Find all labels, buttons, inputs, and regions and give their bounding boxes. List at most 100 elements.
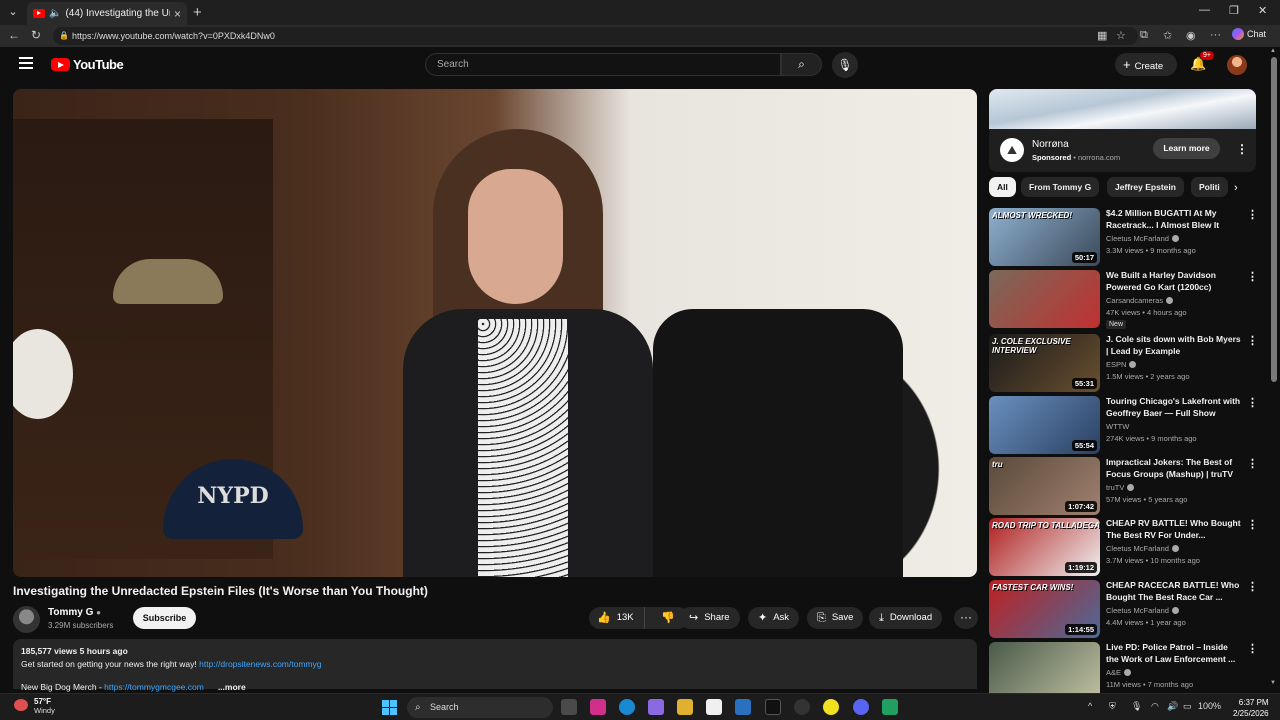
- recommendation-item[interactable]: ALMOST WRECKED! 50:17 $4.2 Million BUGATTI…: [989, 208, 1261, 266]
- recommendation-menu-icon[interactable]: ⋮: [1247, 518, 1258, 531]
- battery-icon[interactable]: ▭: [1183, 701, 1192, 712]
- recommendation-menu-icon[interactable]: ⋮: [1247, 208, 1258, 221]
- video-player[interactable]: NYPD: [13, 89, 977, 577]
- description-box[interactable]: 185,577 views 5 hours ago Get started on…: [13, 639, 977, 692]
- recommendation-item[interactable]: We Built a Harley Davidson Powered Go Ka…: [989, 270, 1261, 329]
- maximize-icon[interactable]: ❐: [1229, 4, 1239, 17]
- more-actions-icon[interactable]: ···: [954, 607, 978, 629]
- taskbar-search[interactable]: ⌕ Search: [407, 697, 553, 718]
- create-button[interactable]: + Create: [1115, 53, 1177, 76]
- close-tab-icon[interactable]: ×: [174, 7, 181, 21]
- video-thumbnail[interactable]: tru 1:07:42: [989, 457, 1100, 515]
- microphone-tray-icon[interactable]: 🎙: [1131, 701, 1142, 712]
- recommendation-menu-icon[interactable]: ⋮: [1247, 396, 1258, 409]
- green-app-icon[interactable]: [882, 699, 898, 715]
- recommendation-title[interactable]: CHEAP RV BATTLE! Who Bought The Best RV …: [1106, 518, 1241, 541]
- chip-jeffrey-epstein[interactable]: Jeffrey Epstein: [1107, 177, 1184, 197]
- copilot-app-icon[interactable]: [648, 699, 664, 715]
- recommendation-channel[interactable]: truTV: [1106, 483, 1135, 492]
- tiktok-icon[interactable]: [765, 699, 781, 715]
- recommendation-item[interactable]: 55:54 Touring Chicago's Lakefront with Ge…: [989, 396, 1261, 454]
- snapchat-icon[interactable]: [823, 699, 839, 715]
- recommendation-menu-icon[interactable]: ⋮: [1247, 334, 1258, 347]
- chip-politics[interactable]: Politi: [1191, 177, 1228, 197]
- video-thumbnail[interactable]: [989, 642, 1100, 700]
- extensions-icon[interactable]: ⧉: [1140, 29, 1148, 42]
- video-thumbnail[interactable]: ROAD TRIP TO TALLADEGA 1:19:12: [989, 518, 1100, 576]
- description-link-1[interactable]: http://dropsitenews.com/tommyg: [199, 659, 321, 669]
- speaker-icon[interactable]: 🔈: [49, 8, 61, 19]
- video-thumbnail[interactable]: FASTEST CAR WINS! 1:14:55: [989, 580, 1100, 638]
- recommendation-channel[interactable]: Cleetus McFarland: [1106, 544, 1179, 553]
- more-description-button[interactable]: ...more: [218, 682, 246, 692]
- browser-tab[interactable]: 🔈 (44) Investigating the Unreda ×: [27, 2, 187, 25]
- wifi-icon[interactable]: ◠: [1151, 701, 1159, 712]
- more-options-icon[interactable]: ···: [1210, 29, 1221, 41]
- learn-more-button[interactable]: Learn more: [1153, 138, 1220, 159]
- weather-widget[interactable]: 57°F Windy: [14, 697, 55, 715]
- favorite-star-icon[interactable]: ☆: [1116, 29, 1126, 42]
- recommendation-title[interactable]: Live PD: Police Patrol – Inside the Work…: [1106, 642, 1241, 665]
- recommendation-channel[interactable]: ESPN: [1106, 360, 1137, 369]
- video-thumbnail[interactable]: 55:54: [989, 396, 1100, 454]
- recommendation-item[interactable]: J. COLE EXCLUSIVE INTERVIEW 55:31 J. Cole …: [989, 334, 1261, 392]
- ask-button[interactable]: ✦ Ask: [748, 607, 800, 629]
- description-link-2[interactable]: https://tommygmcgee.com: [104, 682, 204, 692]
- dislike-button[interactable]: 👎: [651, 607, 675, 630]
- refresh-icon[interactable]: ↻: [31, 28, 41, 42]
- recommendation-title[interactable]: We Built a Harley Davidson Powered Go Ka…: [1106, 270, 1241, 293]
- account-avatar[interactable]: [1227, 55, 1247, 75]
- chevron-right-icon[interactable]: ›: [1234, 182, 1238, 194]
- discord-icon[interactable]: [853, 699, 869, 715]
- sponsored-ad[interactable]: ⛰ Norrøna Sponsored • norrona.com: [989, 89, 1256, 172]
- favorites-icon[interactable]: ✩: [1163, 29, 1172, 42]
- copilot-chat-button[interactable]: Chat: [1232, 28, 1266, 40]
- profile-icon[interactable]: ◉: [1186, 29, 1196, 42]
- voice-search-button[interactable]: 🎙: [832, 52, 858, 78]
- tray-overflow-icon[interactable]: ^: [1088, 701, 1092, 711]
- url-field[interactable]: 🔒 https://www.youtube.com/watch?v=0PXDxk…: [53, 27, 1138, 45]
- alien-app-icon[interactable]: [794, 699, 810, 715]
- recommendation-channel[interactable]: A&E: [1106, 668, 1132, 677]
- back-icon[interactable]: ←: [8, 28, 20, 42]
- recommendation-item[interactable]: FASTEST CAR WINS! 1:14:55 CHEAP RACECAR BA…: [989, 580, 1261, 638]
- clock[interactable]: 6:37 PM 2/25/2026: [1233, 697, 1269, 719]
- windows-start-icon[interactable]: [382, 700, 397, 715]
- recommendation-menu-icon[interactable]: ⋮: [1247, 457, 1258, 470]
- channel-name[interactable]: Tommy G ●: [48, 607, 101, 618]
- recommendation-title[interactable]: $4.2 Million BUGATTI At My Racetrack... …: [1106, 208, 1241, 231]
- minimize-icon[interactable]: —: [1199, 4, 1210, 16]
- recommendation-title[interactable]: Impractical Jokers: The Best of Focus Gr…: [1106, 457, 1241, 480]
- menu-icon[interactable]: [19, 57, 33, 69]
- scroll-up-arrow-icon[interactable]: ▲: [1270, 48, 1276, 54]
- scroll-thumb[interactable]: [1271, 57, 1277, 382]
- chip-all[interactable]: All: [989, 177, 1016, 197]
- recommendation-item[interactable]: tru 1:07:42 Impractical Jokers: The Best o…: [989, 457, 1261, 515]
- recommendation-menu-icon[interactable]: ⋮: [1247, 580, 1258, 593]
- video-thumbnail[interactable]: ALMOST WRECKED! 50:17: [989, 208, 1100, 266]
- youtube-logo[interactable]: YouTube: [51, 57, 124, 72]
- like-button[interactable]: 👍 13K: [589, 607, 645, 629]
- security-tray-icon[interactable]: ⛨: [1109, 701, 1116, 712]
- recommendation-title[interactable]: J. Cole sits down with Bob Myers | Lead …: [1106, 334, 1241, 357]
- task-view-icon[interactable]: [561, 699, 577, 715]
- share-button[interactable]: ↪ Share: [679, 607, 740, 629]
- edge-icon[interactable]: [619, 699, 635, 715]
- recommendation-item[interactable]: Live PD: Police Patrol – Inside the Work…: [989, 642, 1261, 700]
- recommendation-channel[interactable]: WTTW: [1106, 422, 1129, 431]
- save-button[interactable]: ⎘ Save: [807, 607, 864, 629]
- recommendation-title[interactable]: CHEAP RACECAR BATTLE! Who Bought The Bes…: [1106, 580, 1241, 603]
- close-window-icon[interactable]: ✕: [1258, 4, 1267, 17]
- recommendation-channel[interactable]: Cleetus McFarland: [1106, 234, 1179, 243]
- volume-icon[interactable]: 🔊: [1167, 701, 1178, 712]
- instagram-icon[interactable]: [590, 699, 606, 715]
- app-available-icon[interactable]: ▦: [1097, 29, 1107, 42]
- video-thumbnail[interactable]: J. COLE EXCLUSIVE INTERVIEW 55:31: [989, 334, 1100, 392]
- new-tab-button[interactable]: +: [193, 4, 202, 21]
- search-input[interactable]: Search: [425, 53, 781, 76]
- recommendation-item[interactable]: ROAD TRIP TO TALLADEGA 1:19:12 CHEAP RV BA…: [989, 518, 1261, 576]
- recommendation-menu-icon[interactable]: ⋮: [1247, 642, 1258, 655]
- video-thumbnail[interactable]: [989, 270, 1100, 328]
- page-scrollbar[interactable]: ▲ ▼: [1268, 47, 1280, 693]
- channel-avatar[interactable]: [13, 606, 40, 633]
